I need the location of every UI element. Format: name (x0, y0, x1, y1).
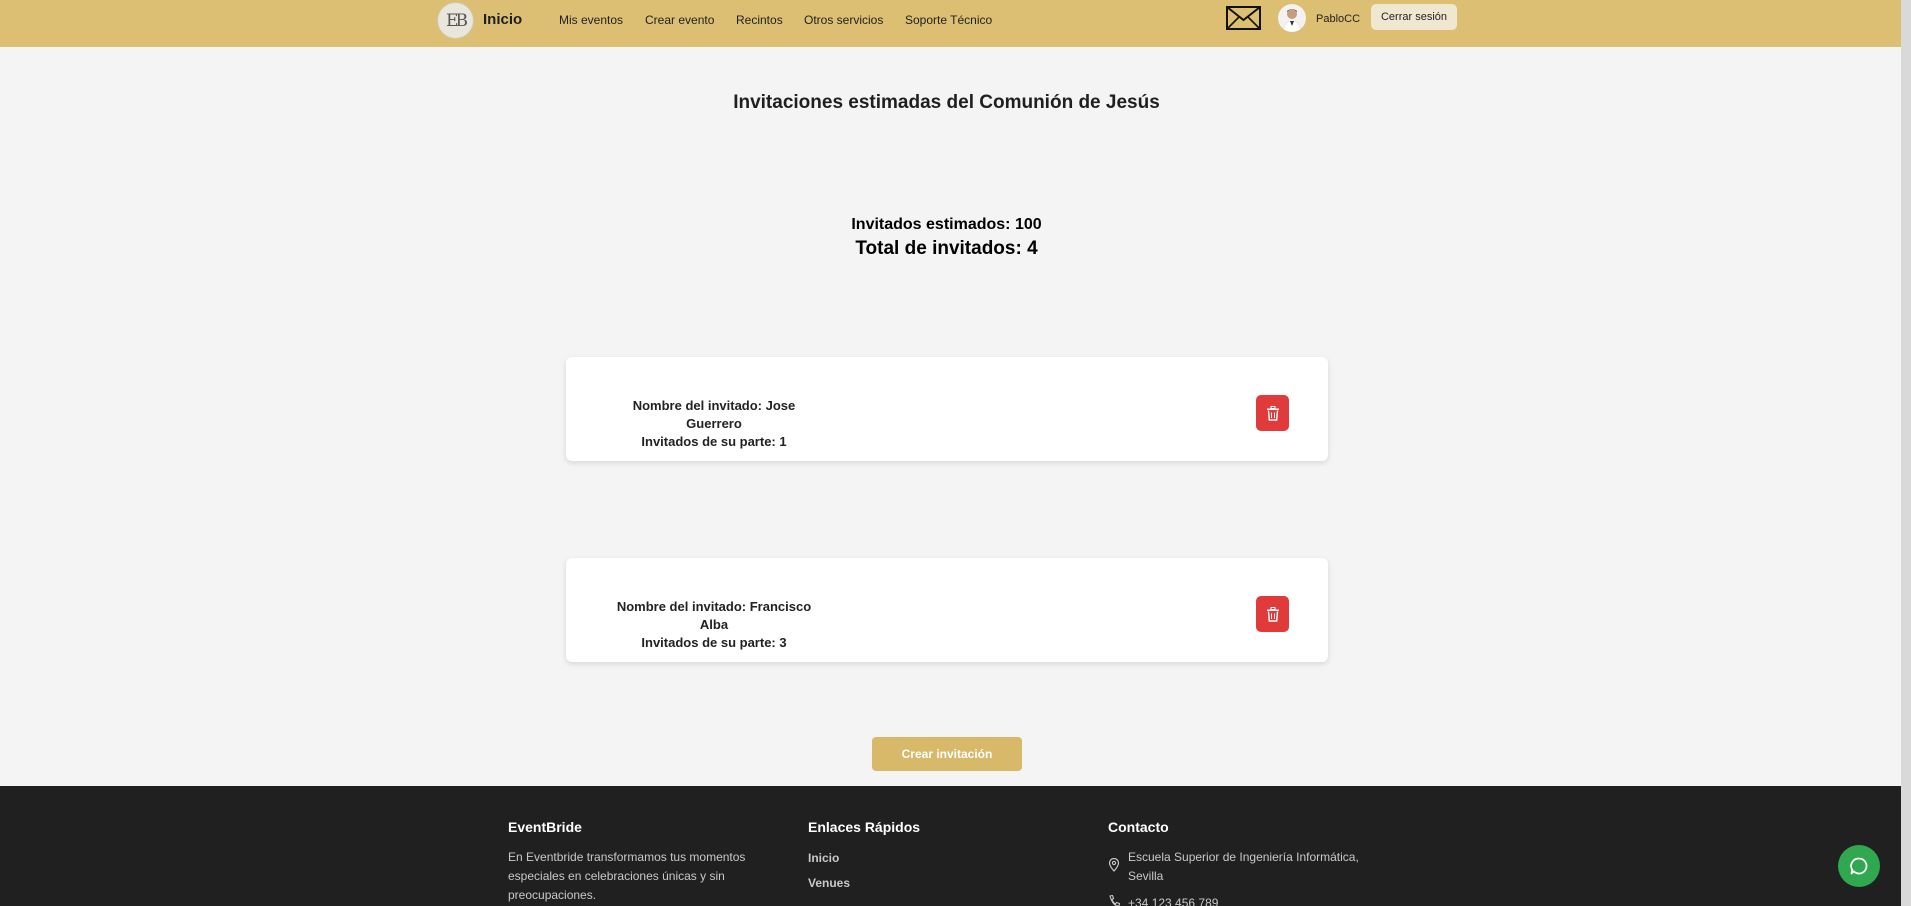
nav-link-venues[interactable]: Recintos (736, 13, 783, 27)
footer-brand-text-line: En Eventbride transformamos tus momentos (508, 850, 746, 864)
invitation-guest-name: Nombre del invitado: Jose Guerrero (632, 398, 796, 431)
delete-invitation-button[interactable] (1256, 596, 1289, 632)
footer-brand-text-line: especiales en celebraciones únicas y sin (508, 869, 725, 883)
invitation-card: Nombre del invitado: Francisco Alba Invi… (566, 558, 1328, 662)
invitation-info: Nombre del invitado: Francisco Alba Invi… (604, 598, 824, 652)
footer-brand-title: EventBride (508, 819, 582, 835)
location-icon (1108, 858, 1120, 872)
trash-icon (1266, 405, 1279, 421)
estimated-guests: Invitados estimados: 100 (851, 216, 1042, 233)
navbar: EB Inicio Mis eventos Crear evento Recin… (0, 0, 1901, 47)
chat-button[interactable] (1838, 845, 1880, 887)
create-invitation-button[interactable]: Crear invitación (872, 737, 1022, 771)
mail-icon[interactable] (1226, 6, 1261, 30)
nav-link-create-event[interactable]: Crear evento (645, 13, 714, 27)
nav-link-tech-support[interactable]: Soporte Técnico (905, 13, 992, 27)
invitation-party-count: Invitados de su parte: 3 (641, 635, 787, 650)
invitation-card: Nombre del invitado: Jose Guerrero Invit… (566, 357, 1328, 461)
footer-brand-text: En Eventbride transformamos tus momentos… (508, 848, 745, 905)
page-title: Invitaciones estimadas del Comunión de J… (733, 92, 1160, 113)
chat-icon (1850, 857, 1868, 875)
total-guests: Total de invitados: 4 (855, 238, 1038, 259)
logout-button[interactable]: Cerrar sesión (1371, 4, 1457, 30)
logo[interactable]: EB (437, 2, 474, 39)
footer-link-venues[interactable]: Venues (808, 876, 850, 890)
nav-home-link[interactable]: Inicio (483, 11, 522, 28)
footer: EventBride En Eventbride transformamos t… (0, 786, 1901, 906)
invitation-info: Nombre del invitado: Jose Guerrero Invit… (604, 397, 824, 451)
user-avatar[interactable] (1278, 4, 1306, 32)
footer-brand-text-line: preocupaciones. (508, 888, 597, 902)
trash-icon (1266, 606, 1279, 622)
footer-address: Escuela Superior de Ingeniería Informáti… (1128, 848, 1359, 886)
footer-address-line: Escuela Superior de Ingeniería Informáti… (1128, 850, 1359, 864)
nav-link-my-events[interactable]: Mis eventos (559, 13, 623, 27)
nav-link-other-services[interactable]: Otros servicios (804, 13, 883, 27)
username: PabloCC (1316, 13, 1361, 25)
footer-links-title: Enlaces Rápidos (808, 819, 921, 835)
footer-contact-title: Contacto (1108, 819, 1169, 835)
invitation-guest-name: Nombre del invitado: Francisco Alba (616, 599, 812, 632)
scrollbar[interactable] (1901, 0, 1911, 906)
footer-address-line: Sevilla (1128, 869, 1164, 883)
invitation-party-count: Invitados de su parte: 1 (641, 434, 787, 449)
delete-invitation-button[interactable] (1256, 395, 1289, 431)
footer-phone: +34 123 456 789 (1128, 896, 1219, 906)
footer-link-home[interactable]: Inicio (808, 851, 839, 865)
phone-icon (1109, 894, 1120, 906)
